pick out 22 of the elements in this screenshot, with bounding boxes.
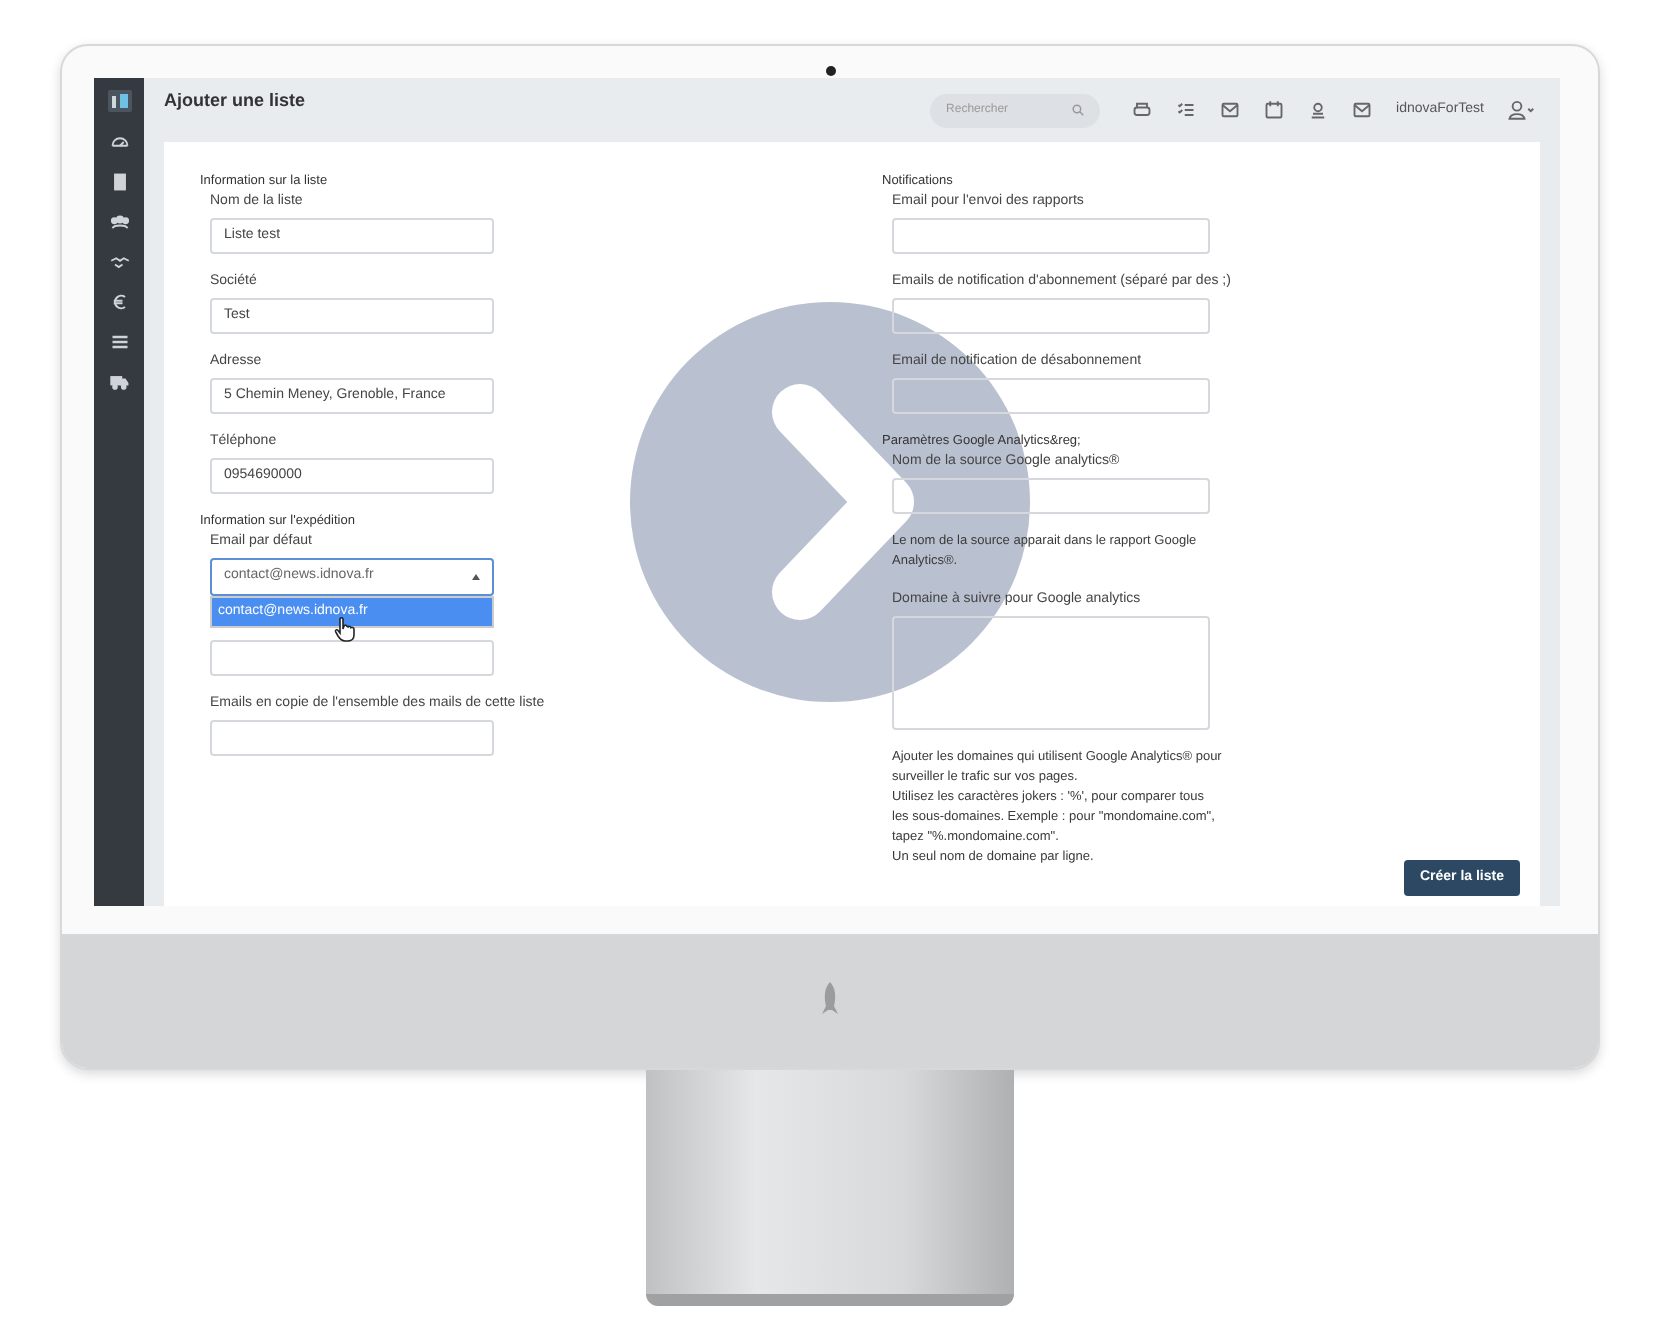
caret-icon — [472, 574, 480, 580]
input-field[interactable] — [210, 640, 494, 676]
mail-icon[interactable] — [1220, 100, 1241, 120]
calendar-icon[interactable] — [1264, 100, 1285, 120]
checklist-icon[interactable] — [1176, 100, 1197, 120]
list-icon[interactable] — [109, 332, 129, 352]
input-field[interactable] — [892, 298, 1210, 334]
input-field[interactable] — [892, 478, 1210, 514]
input-field[interactable] — [892, 378, 1210, 414]
logo-icon[interactable] — [107, 90, 131, 112]
user-menu-icon[interactable] — [1508, 100, 1536, 120]
input-field[interactable] — [892, 218, 1210, 254]
euro-icon[interactable] — [109, 292, 129, 312]
input-field[interactable] — [210, 720, 494, 756]
contact-icon[interactable] — [1308, 100, 1329, 120]
search-icon — [1072, 104, 1085, 116]
truck-icon[interactable] — [109, 372, 129, 392]
mail-icon[interactable] — [1352, 100, 1373, 120]
printer-icon[interactable] — [1132, 100, 1153, 120]
dashboard-icon[interactable] — [109, 132, 129, 152]
book-icon[interactable] — [109, 172, 129, 192]
page-title: Ajouter une liste — [164, 88, 306, 114]
